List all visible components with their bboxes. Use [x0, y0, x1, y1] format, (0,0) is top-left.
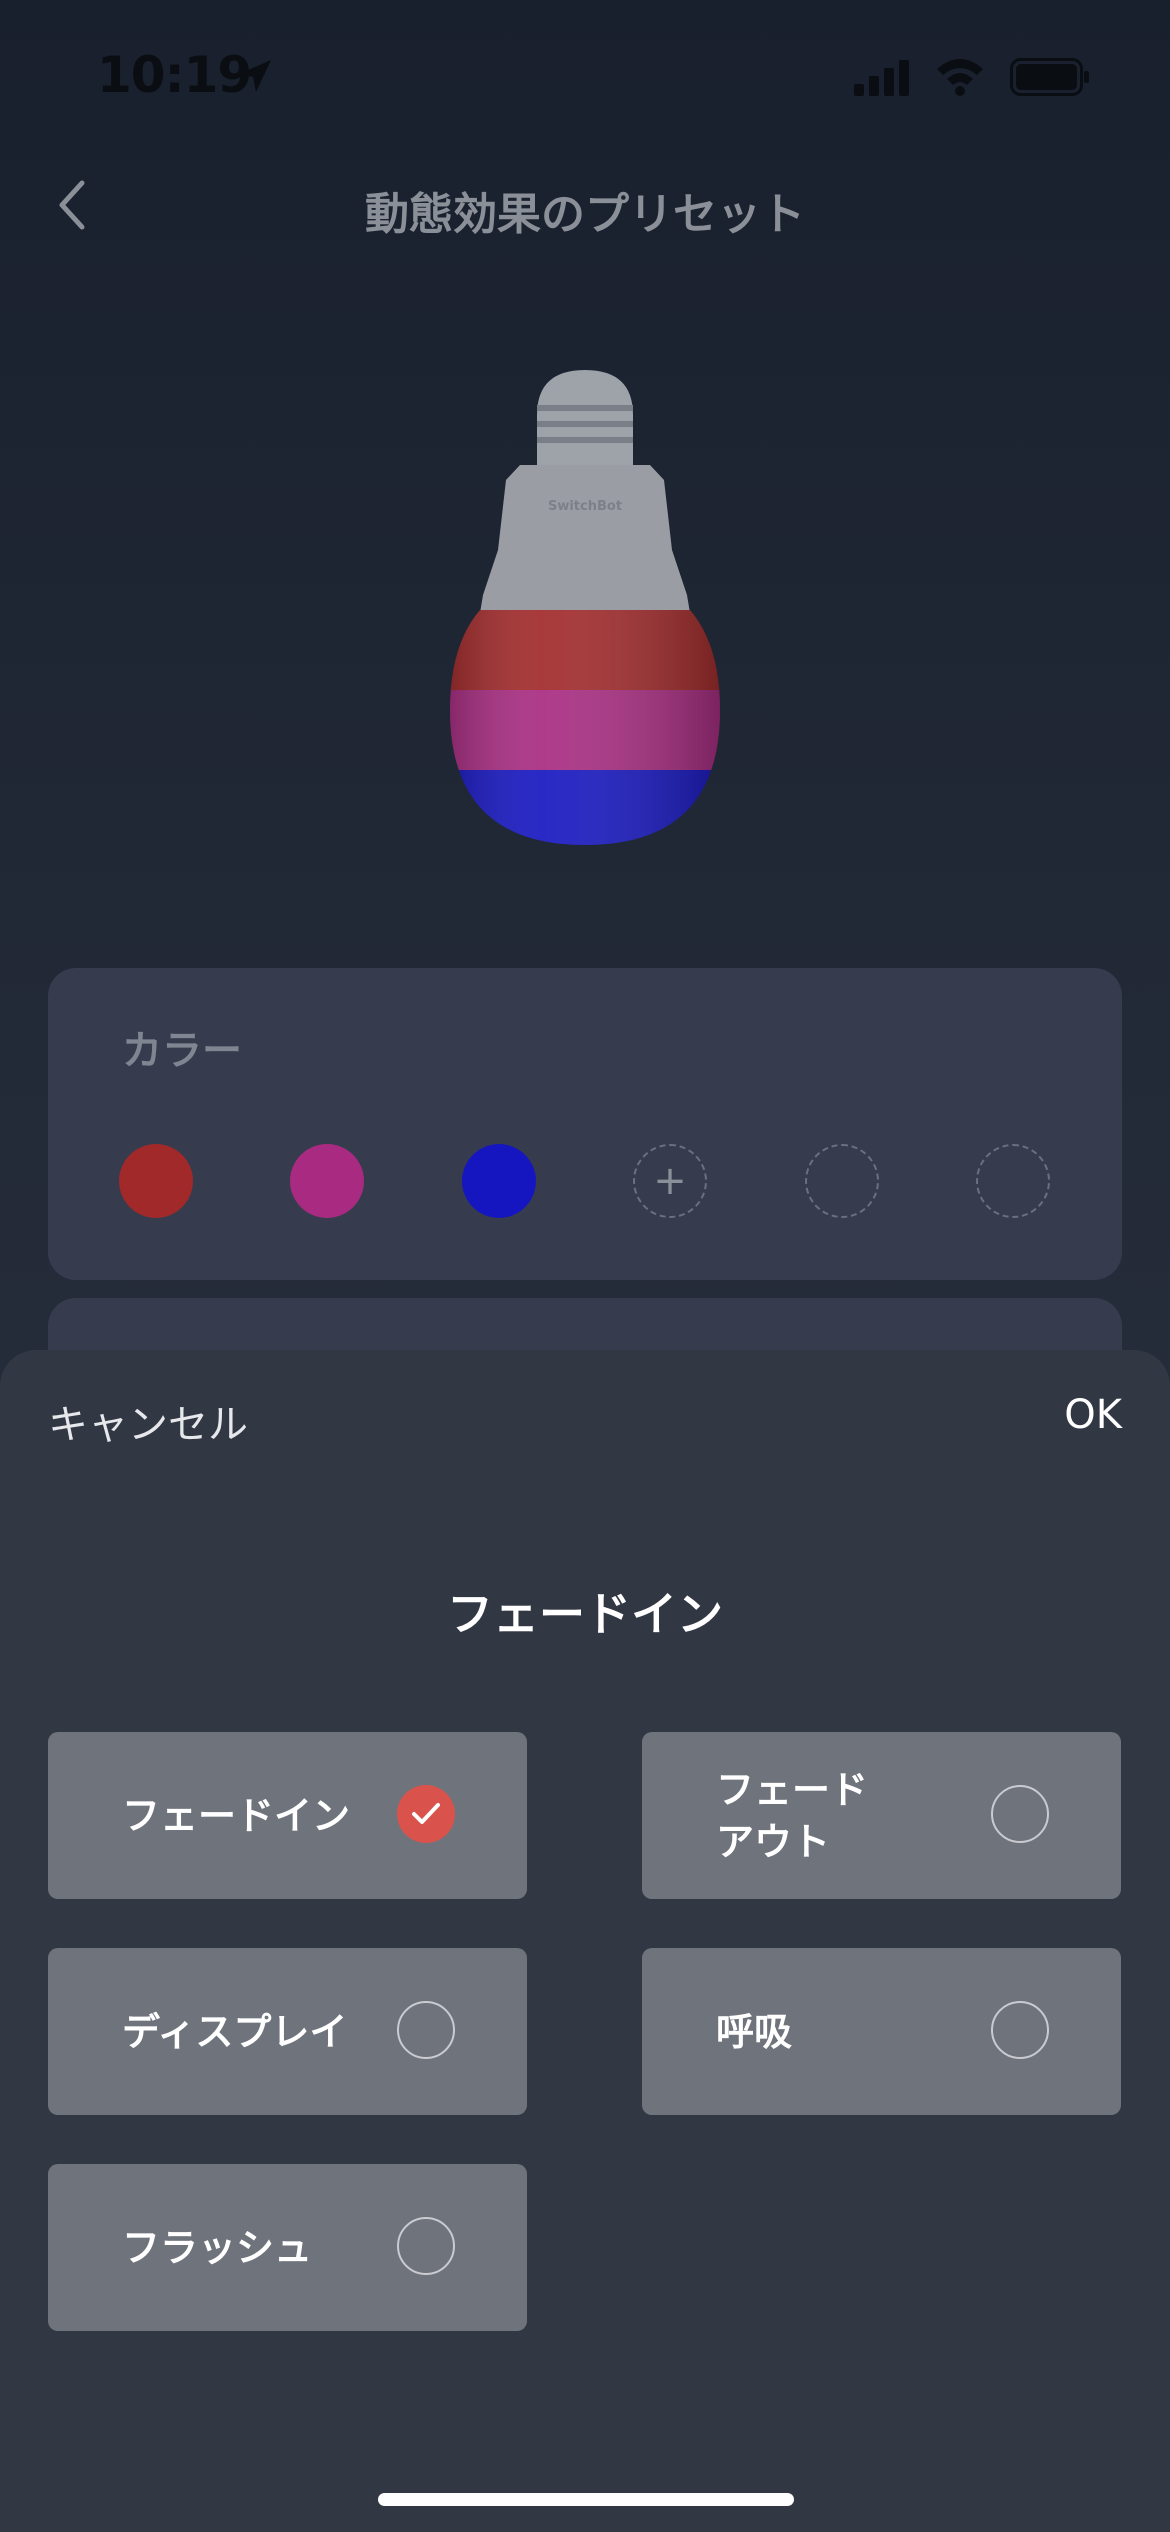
screen: 10:19 動態効果のプリセット SwitchBot カラー + キャンセル O…: [0, 0, 1170, 2532]
location-arrow-icon: [239, 60, 271, 92]
cellular-signal-icon: [854, 60, 909, 96]
color-swatch-blue[interactable]: [462, 1144, 536, 1218]
svg-text:SwitchBot: SwitchBot: [548, 499, 622, 514]
color-swatch-red[interactable]: [119, 1144, 193, 1218]
radio-icon: [991, 2001, 1049, 2059]
color-section-label: カラー: [122, 1028, 242, 1074]
plus-icon: +: [653, 1158, 687, 1204]
option-flash[interactable]: フラッシュ: [48, 2164, 527, 2331]
color-swatch-magenta[interactable]: [290, 1144, 364, 1218]
light-bulb-preview: SwitchBot: [450, 370, 720, 845]
option-label: 呼吸: [716, 2009, 793, 2054]
option-fade-out[interactable]: フェード アウト: [642, 1732, 1121, 1899]
option-breathing[interactable]: 呼吸: [642, 1948, 1121, 2115]
option-display[interactable]: ディスプレイ: [48, 1948, 527, 2115]
sheet-title: フェードイン: [447, 1587, 723, 1641]
status-bar: 10:19: [0, 0, 1170, 150]
radio-icon: [991, 1785, 1049, 1843]
color-card: カラー +: [48, 968, 1122, 1280]
ok-button[interactable]: OK: [1064, 1392, 1122, 1438]
cancel-button[interactable]: キャンセル: [48, 1392, 248, 1450]
option-label: フェードイン: [122, 1793, 351, 1838]
empty-color-slot: [976, 1144, 1050, 1218]
option-label: ディスプレイ: [122, 2009, 348, 2054]
option-label: フラッシュ: [122, 2225, 313, 2270]
battery-icon: [1010, 58, 1089, 96]
add-color-button[interactable]: +: [633, 1144, 707, 1218]
checked-radio-icon: [397, 1785, 455, 1843]
wifi-icon: [937, 59, 983, 96]
option-fade-in[interactable]: フェードイン: [48, 1732, 527, 1899]
effect-picker-sheet: キャンセル OK フェードイン フェードイン フェード アウト ディスプレイ 呼…: [0, 1350, 1170, 2532]
option-label: フェード アウト: [716, 1767, 869, 1864]
home-indicator[interactable]: [378, 2493, 794, 2506]
radio-icon: [397, 2001, 455, 2059]
status-time: 10:19: [97, 46, 252, 104]
empty-color-slot: [805, 1144, 879, 1218]
radio-icon: [397, 2217, 455, 2275]
page-title: 動態効果のプリセット: [365, 189, 805, 240]
